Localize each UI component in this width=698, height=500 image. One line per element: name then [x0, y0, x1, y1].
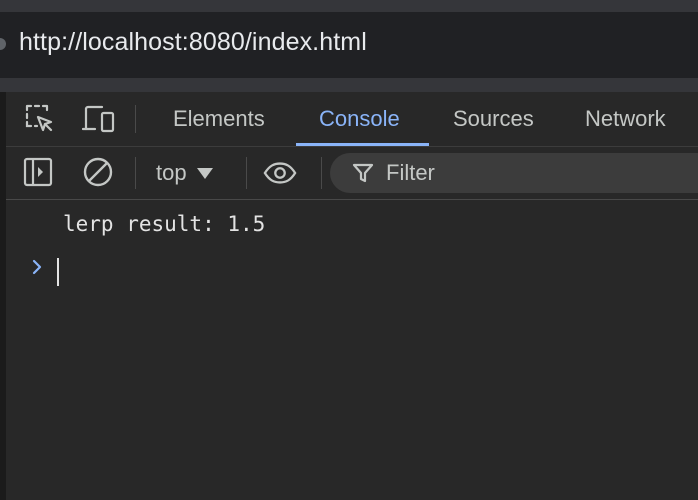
console-output: lerp result: 1.5 — [6, 200, 698, 500]
filter-icon — [350, 158, 376, 188]
toolbar-divider — [246, 157, 247, 189]
filter-input[interactable]: Filter — [330, 153, 698, 193]
devtools-tab-bar: Elements Console Sources Network — [6, 92, 698, 147]
toolbar-divider — [135, 157, 136, 189]
tab-network[interactable]: Network — [585, 92, 666, 146]
console-toolbar: top Filter — [6, 147, 698, 200]
filter-placeholder: Filter — [386, 160, 435, 185]
clear-console-icon[interactable] — [81, 155, 115, 189]
device-toolbar-icon[interactable] — [82, 102, 116, 136]
context-selector-value: top — [156, 160, 187, 185]
context-selector[interactable]: top — [156, 155, 213, 191]
dropdown-arrow-icon — [196, 167, 213, 179]
tab-elements[interactable]: Elements — [173, 92, 265, 146]
address-bar-url[interactable]: http://localhost:8080/index.html — [19, 28, 367, 57]
browser-tab-strip — [0, 0, 698, 12]
toolbar-divider — [321, 157, 322, 189]
sidebar-toggle-icon[interactable] — [21, 155, 55, 189]
devtools-panel: Elements Console Sources Network top Fil… — [0, 92, 698, 500]
address-bar[interactable]: http://localhost:8080/index.html — [0, 12, 698, 78]
browser-content-divider — [0, 78, 698, 92]
active-tab-indicator — [296, 143, 429, 146]
console-message: lerp result: 1.5 — [63, 212, 266, 236]
console-prompt-chevron-icon — [28, 258, 46, 276]
toolbar-divider — [135, 105, 136, 133]
console-input-caret[interactable] — [57, 258, 59, 286]
tab-sources[interactable]: Sources — [453, 92, 534, 146]
eye-icon[interactable] — [263, 156, 297, 190]
inspect-element-icon[interactable] — [23, 102, 57, 136]
tab-console[interactable]: Console — [319, 92, 400, 146]
